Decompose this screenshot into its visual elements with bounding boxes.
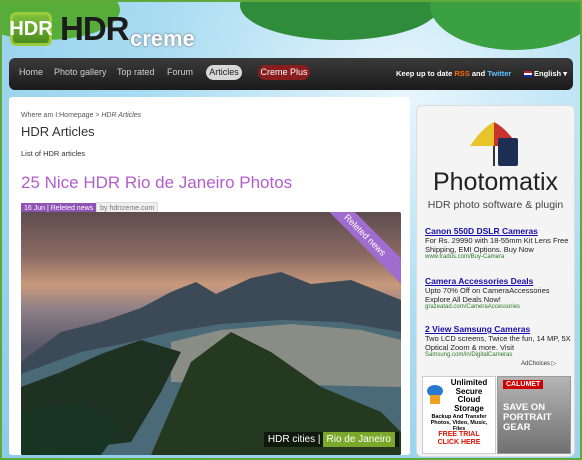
cloud-storage-banner[interactable]: Unlimited Secure Cloud Storage Backup An… xyxy=(422,376,496,454)
ad-body: Upto 70% Off on CameraAccessories Explor… xyxy=(425,286,550,304)
calumet-banner[interactable]: CALUMET SAVE ON PORTRAIT GEAR xyxy=(497,376,571,454)
nav-item-forum[interactable]: Forum xyxy=(167,67,193,77)
photomatix-subtitle: HDR photo software & plugin xyxy=(427,199,564,211)
chevron-down-icon: ▾ xyxy=(563,69,567,78)
nav-item-home[interactable]: Home xyxy=(19,67,43,77)
nav-item-articles[interactable]: Articles xyxy=(206,65,242,80)
photomatix-umbrella-icon[interactable] xyxy=(464,116,524,172)
breadcrumb-prefix: Where am I: xyxy=(21,112,60,119)
updates-text: Keep up to date RSS and Twitter xyxy=(396,69,511,78)
calumet-banner-text: SAVE ON PORTRAIT GEAR xyxy=(503,402,552,433)
cloud-banner-cta[interactable]: FREE TRIAL CLICK HERE xyxy=(433,431,485,447)
language-selector[interactable]: English ▾ xyxy=(524,69,567,78)
ad-url[interactable]: grazeatad.com/CameraAccessories xyxy=(425,304,571,310)
logo-mark[interactable]: HDR xyxy=(9,12,53,46)
twitter-link[interactable]: Twitter xyxy=(487,69,511,78)
ad-body: Two LCD screens, Twice the fun, 14 MP, 5… xyxy=(425,334,571,352)
ad-block[interactable]: 2 View Samsung Cameras Two LCD screens, … xyxy=(425,324,571,358)
photomatix-title[interactable]: Photomatix xyxy=(417,168,574,197)
nav-item-photo-gallery[interactable]: Photo gallery xyxy=(54,67,107,77)
cloud-banner-title: Unlimited Secure Cloud Storage xyxy=(450,378,488,413)
adchoices-link[interactable]: AdChoices ▷ xyxy=(521,360,556,367)
post-photo[interactable]: Releted news HDR cities | Rio de Janeiro xyxy=(21,212,401,455)
updates-and: and xyxy=(471,69,486,78)
breadcrumb-home[interactable]: Homepage xyxy=(59,112,93,119)
logo-suffix[interactable]: creme xyxy=(130,26,195,52)
breadcrumb-current: HDR Articles xyxy=(101,112,142,119)
cloud-banner-sub: Backup And Transfer Photos, Video, Music… xyxy=(430,414,488,432)
ad-title[interactable]: Canon 550D DSLR Cameras xyxy=(425,226,571,236)
post-meta: 16 Jun | Releted news by hdrcreme.com xyxy=(21,197,159,215)
flag-icon xyxy=(524,71,532,78)
page-subtitle: List of HDR articles xyxy=(21,149,86,158)
calumet-logo: CALUMET xyxy=(503,380,544,389)
rss-link[interactable]: RSS xyxy=(454,69,469,78)
main-content: Where am I:Homepage > HDR Articles HDR A… xyxy=(9,97,410,455)
ad-block[interactable]: Canon 550D DSLR Cameras For Rs. 29990 wi… xyxy=(425,226,571,260)
nav-item-top-rated[interactable]: Top rated xyxy=(117,67,155,77)
page-title: HDR Articles xyxy=(21,124,95,139)
ad-title[interactable]: 2 View Samsung Cameras xyxy=(425,324,571,334)
ad-url[interactable]: www.tradus.com/Buy-Camera xyxy=(425,254,571,260)
updates-prefix: Keep up to date xyxy=(396,69,453,78)
nav-item-creme-plus[interactable]: Creme Plus xyxy=(258,65,310,80)
caption-category[interactable]: HDR cities xyxy=(268,434,315,445)
site-header: HDR HDR creme xyxy=(0,0,582,56)
language-label: English xyxy=(534,69,562,78)
ad-title[interactable]: Camera Accessories Deals xyxy=(425,276,571,286)
caption-separator: | xyxy=(317,434,321,445)
sidebar: Photomatix HDR photo software & plugin C… xyxy=(416,105,575,457)
logo-name[interactable]: HDR xyxy=(60,10,129,48)
photo-caption: HDR cities | Rio de Janeiro xyxy=(263,432,399,447)
breadcrumb: Where am I:Homepage > HDR Articles xyxy=(21,112,142,119)
photo-landscape xyxy=(21,272,401,455)
main-navbar: Home Photo gallery Top rated Forum Artic… xyxy=(9,58,573,90)
ad-block[interactable]: Camera Accessories Deals Upto 70% Off on… xyxy=(425,276,571,310)
ad-url[interactable]: Samsung.com/in/DigitalCameras xyxy=(425,352,571,358)
post-title[interactable]: 25 Nice HDR Rio de Janeiro Photos xyxy=(21,173,292,193)
caption-location[interactable]: Rio de Janeiro xyxy=(322,432,395,447)
ad-body: For Rs. 29990 with 18-55mm Kit Lens Free… xyxy=(425,236,569,254)
cloud-lock-icon xyxy=(427,385,443,404)
